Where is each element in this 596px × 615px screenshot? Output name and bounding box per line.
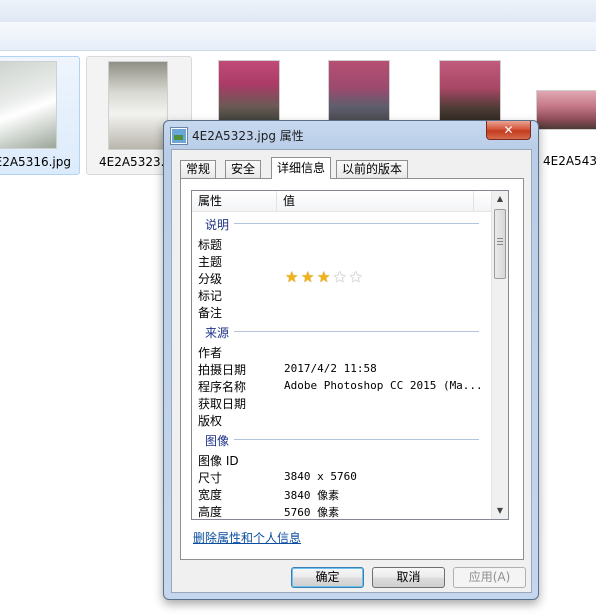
scroll-down-arrow-icon[interactable]: ▼ (492, 503, 508, 519)
row-authors[interactable]: 作者 (192, 343, 491, 360)
column-header-property[interactable]: 属性 (192, 191, 277, 211)
thumbnail-image (218, 60, 280, 122)
explorer-toolbar (0, 22, 596, 51)
row-copyright[interactable]: 版权 (192, 411, 491, 428)
group-divider (232, 331, 479, 332)
thumbnail-image (439, 60, 501, 122)
group-label: 图像 (205, 432, 235, 449)
row-subject[interactable]: 主题 (192, 252, 491, 269)
list-rows: 说明 标题 主题 分级 ★ ★ ★ ★ ★ 标记 备注 来源 作者 拍摄日期 2… (192, 212, 491, 519)
property-name: 尺寸 (198, 471, 223, 485)
tab-security[interactable]: 安全 (225, 160, 262, 178)
property-value[interactable]: 2017/4/2 11:58 (284, 362, 377, 375)
image-file-icon (170, 127, 188, 145)
property-name: 分级 (198, 272, 223, 286)
group-divider (232, 223, 479, 224)
scroll-up-arrow-icon[interactable]: ▲ (492, 191, 508, 207)
property-name: 高度 (198, 505, 223, 519)
property-value: 3840 x 5760 (284, 470, 357, 483)
star-icon[interactable]: ★ (333, 269, 346, 285)
apply-button[interactable]: 应用(A) (453, 567, 526, 588)
thumbnail-image (108, 61, 168, 150)
row-title[interactable]: 标题 (192, 235, 491, 252)
explorer-address-bar (0, 0, 596, 23)
group-origin: 来源 (192, 320, 491, 342)
property-name: 图像 ID (198, 454, 239, 468)
property-name: 作者 (198, 346, 223, 360)
column-header-value[interactable]: 值 (277, 191, 474, 211)
property-value: 5760 像素 (284, 506, 340, 519)
thumbnail-image (328, 60, 390, 122)
list-header: 属性 值 (192, 191, 491, 212)
property-name: 版权 (198, 414, 223, 428)
row-date-taken[interactable]: 拍摄日期 2017/4/2 11:58 (192, 360, 491, 377)
row-comments[interactable]: 备注 (192, 303, 491, 320)
star-icon[interactable]: ★ (317, 269, 330, 285)
property-name: 拍摄日期 (198, 363, 247, 377)
properties-dialog: 4E2A5323.jpg 属性 ✕ 常规 安全 详细信息 以前的版本 属性 值 … (163, 120, 539, 600)
property-name: 程序名称 (198, 380, 247, 394)
group-divider (232, 439, 479, 440)
tab-previous-versions[interactable]: 以前的版本 (336, 160, 409, 178)
file-name: 4E2A5437 (543, 154, 596, 168)
vertical-scrollbar[interactable]: ▲ ▼ (491, 191, 508, 519)
property-name: 主题 (198, 255, 223, 269)
file-tile-4e2a5437[interactable]: 4E2A5437 (530, 56, 596, 173)
property-name: 标题 (198, 238, 223, 252)
thumbnail-image (0, 61, 57, 149)
row-width[interactable]: 宽度 3840 像素 (192, 485, 491, 502)
dialog-title: 4E2A5323.jpg 属性 (192, 129, 304, 143)
dialog-body: 常规 安全 详细信息 以前的版本 属性 值 说明 标题 主题 分级 ★ ★ ★ … (171, 149, 532, 593)
star-icon[interactable]: ★ (349, 269, 362, 285)
remove-properties-link[interactable]: 删除属性和个人信息 (193, 529, 301, 546)
row-rating[interactable]: 分级 ★ ★ ★ ★ ★ (192, 269, 491, 286)
file-tile-4e2a5316[interactable]: 4E2A5316.jpg (0, 56, 80, 175)
file-name: 4E2A5316.jpg (0, 155, 71, 169)
tab-details[interactable]: 详细信息 (271, 157, 332, 179)
details-panel: 属性 值 说明 标题 主题 分级 ★ ★ ★ ★ ★ 标记 备注 来源 作者 拍… (180, 178, 524, 560)
row-image-id[interactable]: 图像 ID (192, 451, 491, 468)
scroll-thumb[interactable] (494, 209, 506, 279)
group-image: 图像 (192, 428, 491, 450)
property-name: 备注 (198, 306, 223, 320)
property-name: 宽度 (198, 488, 223, 502)
row-program-name[interactable]: 程序名称 Adobe Photoshop CC 2015 (Ma... (192, 377, 491, 394)
star-icon[interactable]: ★ (285, 269, 298, 285)
tab-general[interactable]: 常规 (180, 160, 217, 178)
close-button[interactable]: ✕ (486, 121, 531, 140)
group-description: 说明 (192, 212, 491, 234)
property-name: 获取日期 (198, 397, 247, 411)
group-label: 说明 (205, 216, 235, 233)
row-height[interactable]: 高度 5760 像素 (192, 502, 491, 519)
properties-list[interactable]: 属性 值 说明 标题 主题 分级 ★ ★ ★ ★ ★ 标记 备注 来源 作者 拍… (191, 190, 509, 520)
row-tags[interactable]: 标记 (192, 286, 491, 303)
property-value: Adobe Photoshop CC 2015 (Ma... (284, 379, 483, 392)
group-label: 来源 (205, 324, 235, 341)
thumbnail-image (536, 90, 596, 130)
ok-button[interactable]: 确定 (291, 567, 364, 588)
star-icon[interactable]: ★ (301, 269, 314, 285)
property-name: 标记 (198, 289, 223, 303)
cancel-button[interactable]: 取消 (372, 567, 445, 588)
row-dimensions[interactable]: 尺寸 3840 x 5760 (192, 468, 491, 485)
property-value: 3840 像素 (284, 489, 340, 502)
row-date-acquired[interactable]: 获取日期 (192, 394, 491, 411)
